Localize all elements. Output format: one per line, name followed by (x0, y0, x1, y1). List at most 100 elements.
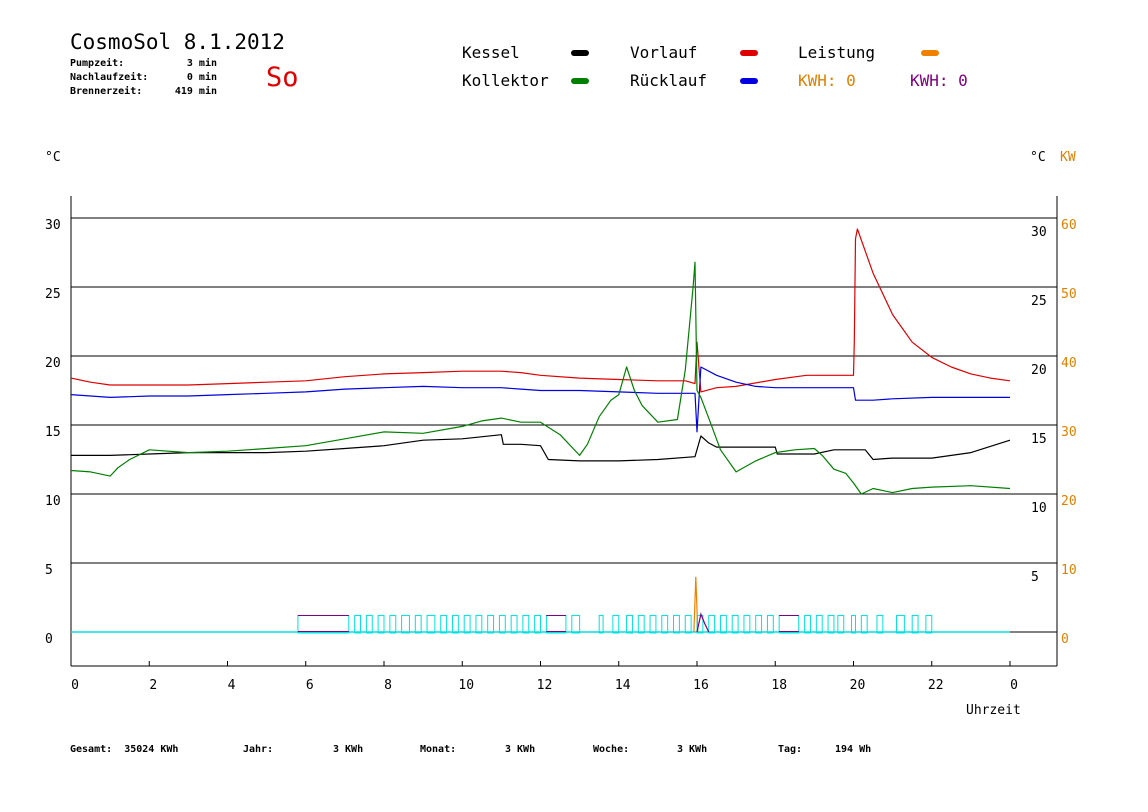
pump-pulse (851, 614, 856, 634)
x-tick-label: 4 (228, 678, 236, 693)
y-tick-kw: 50 (1061, 287, 1077, 302)
pump-pulse (837, 614, 845, 634)
pump-pulse (451, 614, 459, 634)
y-tick-left: 30 (45, 218, 61, 233)
series-line-vorlauf (70, 228, 1011, 393)
footer-gesamt: Gesamt: 35024 KWh (70, 744, 178, 755)
footer-tag: Tag: (778, 744, 802, 755)
x-tick-label: 12 (537, 678, 553, 693)
y-tick-right: 15 (1031, 432, 1047, 447)
pump-pulse (649, 614, 657, 634)
y-tick-kw: 40 (1061, 356, 1077, 371)
footer-monat-val: 3 KWh (505, 744, 535, 755)
y-tick-left: 20 (45, 356, 61, 371)
pump-pulse (297, 614, 350, 634)
footer-gesamt-value: 35024 KWh (124, 744, 179, 755)
footer-tag-label: Tag: (778, 744, 803, 755)
pump-pulse (534, 614, 541, 634)
footer-woche: Woche: (593, 744, 629, 755)
x-tick-label: 20 (850, 678, 866, 693)
y-tick-left: 5 (45, 563, 53, 578)
pump-pulse (673, 614, 680, 634)
y-tick-right: 5 (1031, 570, 1039, 585)
y-tick-right: 25 (1031, 294, 1047, 309)
pump-pulse (354, 614, 362, 634)
x-tick-label: 8 (384, 678, 392, 693)
pump-pulse (598, 614, 604, 634)
pump-pulse (925, 614, 933, 634)
pump-pulse (661, 614, 669, 634)
y-tick-right: 10 (1031, 501, 1047, 516)
pump-pulse (365, 614, 373, 634)
x-tick-label: 2 (149, 678, 157, 693)
pump-pulse (389, 614, 397, 634)
y-tick-right: 30 (1031, 225, 1047, 240)
pump-pulse (731, 614, 739, 634)
y-tick-left: 0 (45, 632, 53, 647)
x-axis-label: Uhrzeit (966, 703, 1021, 718)
x-tick-label: 22 (928, 678, 944, 693)
pump-pulse (498, 614, 506, 634)
pump-pulse (401, 614, 410, 634)
series-line-kessel (71, 434, 1011, 462)
pump-pulse (612, 614, 620, 634)
y-tick-kw: 10 (1061, 563, 1077, 578)
pump-pulse (463, 614, 471, 634)
footer-jahr-value: 3 KWh (333, 744, 364, 755)
pump-pulse (827, 614, 835, 634)
pump-pulse (896, 614, 905, 634)
footer-jahr-val: 3 KWh (333, 744, 363, 755)
footer-jahr: Jahr: (243, 744, 273, 755)
pump-pulse (571, 614, 581, 634)
x-tick-label: 0 (1010, 678, 1018, 693)
pump-pulse (487, 614, 495, 634)
footer-tag-value: 194 Wh (835, 744, 872, 755)
footer-woche-value: 3 KWh (677, 744, 708, 755)
pump-pulse (911, 614, 919, 634)
y-tick-kw: 0 (1061, 632, 1069, 647)
pump-pulse (860, 614, 868, 634)
pump-pulse (414, 614, 422, 634)
pump-pulse (876, 614, 884, 634)
series-line-leistung (693, 576, 699, 633)
pump-pulse (545, 614, 567, 634)
pump-pulse (815, 614, 823, 634)
pump-pulse (755, 614, 763, 634)
footer-monat-value: 3 KWh (505, 744, 536, 755)
y-tick-kw: 20 (1061, 494, 1077, 509)
y-tick-right: 20 (1031, 363, 1047, 378)
x-tick-label: 0 (71, 678, 79, 693)
footer-woche-val: 3 KWh (677, 744, 707, 755)
pump-pulse (804, 614, 811, 634)
pump-pulse (766, 614, 774, 634)
y-tick-left: 15 (45, 425, 61, 440)
footer-gesamt-label: Gesamt: (70, 744, 113, 755)
pump-pulse (719, 614, 727, 634)
pump-pulse (522, 614, 530, 634)
footer-woche-label: Woche: (593, 744, 630, 755)
x-tick-label: 6 (306, 678, 314, 693)
series-line-kollektor (70, 261, 1011, 495)
x-tick-label: 16 (693, 678, 709, 693)
footer-monat: Monat: (420, 744, 456, 755)
y-tick-left: 25 (45, 287, 61, 302)
pump-pulse (426, 614, 436, 634)
pump-pulse (684, 614, 692, 634)
pump-pulse (626, 614, 633, 634)
pump-pulse (510, 614, 518, 634)
pump-pulse (440, 614, 448, 634)
y-tick-kw: 60 (1061, 218, 1077, 233)
pump-pulse (475, 614, 483, 634)
pump-pulse (708, 614, 716, 634)
y-tick-kw: 30 (1061, 425, 1077, 440)
x-tick-label: 18 (771, 678, 787, 693)
pump-pulse (778, 614, 800, 634)
footer-monat-label: Monat: (420, 744, 457, 755)
footer-tag-val: 194 Wh (835, 744, 871, 755)
pump-pulse (637, 614, 645, 634)
y-tick-left: 10 (45, 494, 61, 509)
temperature-chart: 0510152025305101520253001020304050600 2 4 6… (45, 196, 1077, 718)
pump-pulse (377, 614, 385, 634)
x-tick-label: 10 (458, 678, 474, 693)
footer-jahr-label: Jahr: (243, 744, 274, 755)
